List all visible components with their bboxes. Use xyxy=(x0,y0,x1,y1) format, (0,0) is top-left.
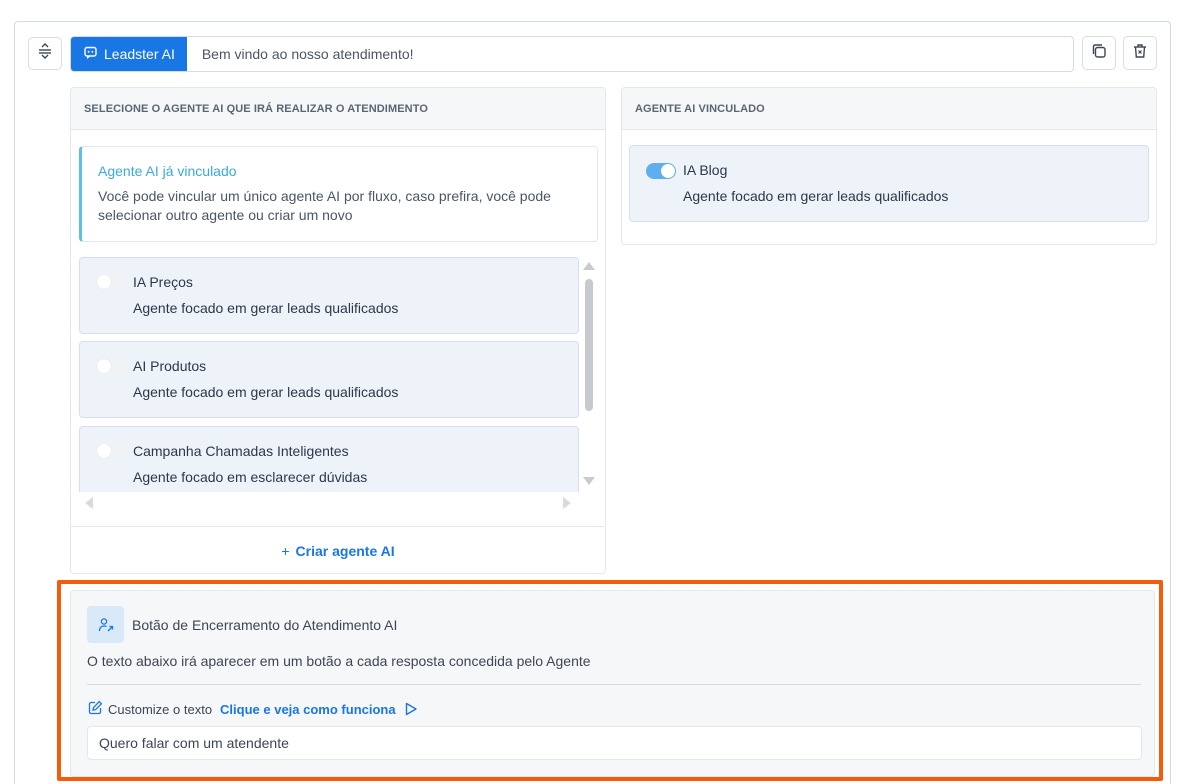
agent-name: IA Preços xyxy=(133,274,193,290)
scrollbar-thumb[interactable] xyxy=(585,279,593,411)
linked-agent-card[interactable]: IA Blog Agente focado em gerar leads qua… xyxy=(629,145,1149,222)
info-title: Agente AI já vinculado xyxy=(98,163,237,179)
chat-bot-icon xyxy=(84,46,97,62)
badge-label: Leadster AI xyxy=(104,46,175,62)
select-agent-panel: SELECIONE O AGENTE AI QUE IRÁ REALIZAR O… xyxy=(70,87,606,574)
agent-card-campanha[interactable]: Campanha Chamadas Inteligentes Agente fo… xyxy=(79,426,579,492)
collapse-button[interactable] xyxy=(28,37,62,70)
delete-button[interactable] xyxy=(1123,36,1157,70)
scroll-down-icon[interactable] xyxy=(583,477,595,485)
agent-toggle[interactable] xyxy=(96,274,126,290)
plus-icon: + xyxy=(281,543,290,559)
agent-card-ia-precos[interactable]: IA Preços Agente focado em gerar leads q… xyxy=(79,257,579,334)
linked-agent-panel-title: AGENTE AI VINCULADO xyxy=(622,88,1156,130)
vertical-scrollbar[interactable] xyxy=(582,257,596,493)
info-text: Você pode vincular um único agente AI po… xyxy=(98,188,551,223)
create-agent-label: Criar agente AI xyxy=(295,543,395,559)
horizontal-scrollbar[interactable] xyxy=(79,494,580,510)
agent-name: Campanha Chamadas Inteligentes xyxy=(133,443,349,459)
agent-description: Agente focado em gerar leads qualificado… xyxy=(133,384,399,400)
info-box: Agente AI já vinculado Você pode vincula… xyxy=(79,146,598,242)
create-agent-button[interactable]: + Criar agente AI xyxy=(71,543,605,559)
agent-toggle[interactable] xyxy=(96,358,126,374)
agent-card-ai-produtos[interactable]: AI Produtos Agente focado em gerar leads… xyxy=(79,341,579,418)
agent-description: Agente focado em esclarecer dúvidas xyxy=(133,469,368,485)
copy-button[interactable] xyxy=(1082,36,1116,70)
scroll-up-icon[interactable] xyxy=(583,262,595,270)
divider xyxy=(71,526,605,527)
welcome-message[interactable]: Bem vindo ao nosso atendimento! xyxy=(187,46,414,62)
agent-description: Agente focado em gerar leads qualificado… xyxy=(133,300,399,316)
agent-name: AI Produtos xyxy=(133,358,207,374)
collapse-icon xyxy=(38,43,52,64)
trash-icon xyxy=(1132,43,1148,64)
linked-agent-panel: AGENTE AI VINCULADO IA Blog Agente focad… xyxy=(621,87,1157,245)
copy-icon xyxy=(1091,43,1107,64)
scroll-left-icon[interactable] xyxy=(85,497,93,509)
message-bar[interactable]: Leadster AI Bem vindo ao nosso atendimen… xyxy=(70,36,1074,72)
highlight-frame xyxy=(57,580,1163,781)
leadster-ai-badge[interactable]: Leadster AI xyxy=(71,37,187,71)
agent-toggle[interactable] xyxy=(96,443,126,459)
select-agent-panel-title: SELECIONE O AGENTE AI QUE IRÁ REALIZAR O… xyxy=(71,88,605,130)
agent-toggle[interactable] xyxy=(646,163,676,179)
agent-description: Agente focado em gerar leads qualificado… xyxy=(683,188,949,204)
agent-name: IA Blog xyxy=(683,162,728,178)
agent-list[interactable]: IA Preços Agente focado em gerar leads q… xyxy=(79,257,580,492)
scroll-right-icon[interactable] xyxy=(563,497,571,509)
